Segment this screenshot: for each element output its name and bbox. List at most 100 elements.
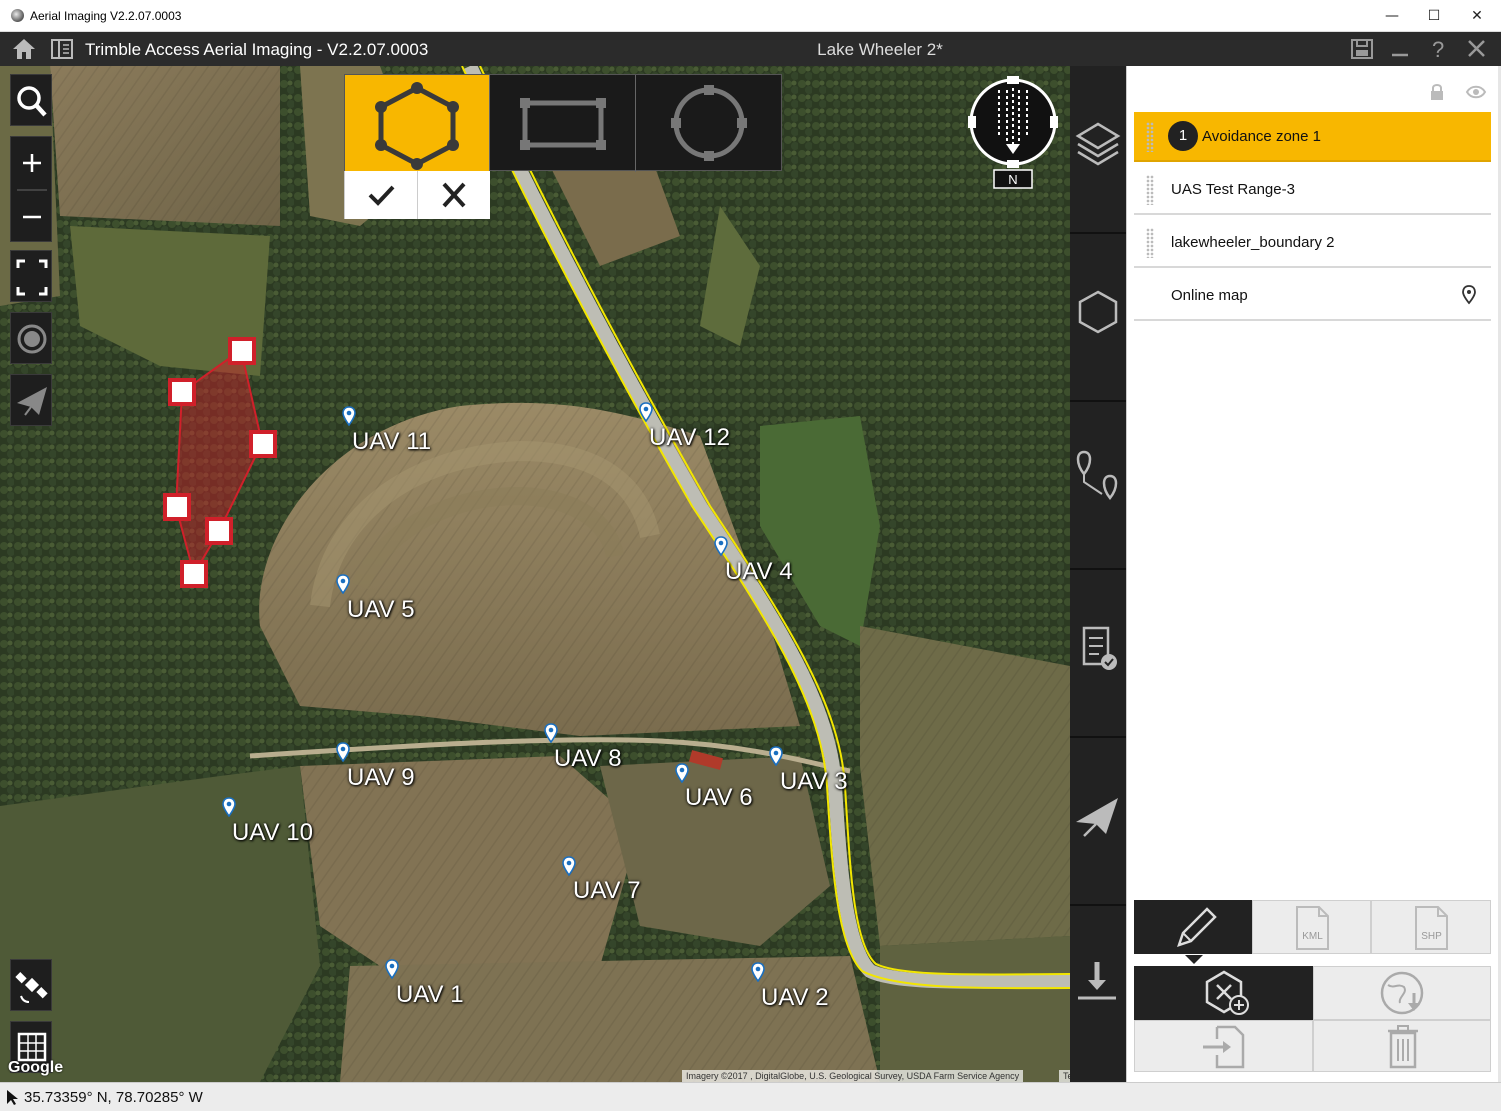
rail-tab-download[interactable]	[1070, 906, 1126, 1082]
map-pin-icon[interactable]	[1462, 285, 1476, 305]
project-name: Lake Wheeler 2*	[817, 40, 943, 59]
uav-pin-icon[interactable]	[769, 746, 783, 766]
drag-handle-icon[interactable]	[1146, 175, 1154, 205]
window-close-button[interactable]: ✕	[1457, 4, 1497, 28]
uav-pin-icon[interactable]	[751, 962, 765, 982]
rail-tab-layers[interactable]	[1070, 66, 1126, 234]
close-icon[interactable]	[1463, 36, 1491, 62]
uav-marker-label: UAV 3	[780, 768, 848, 795]
pencil-icon	[1177, 907, 1217, 947]
rail-tab-zones[interactable]	[1070, 234, 1126, 402]
uav-pin-icon[interactable]	[385, 959, 399, 979]
panel-toolbar: KML SHP	[1134, 900, 1491, 1072]
layer-label: Online map	[1171, 287, 1248, 304]
uav-pin-icon[interactable]	[336, 574, 350, 594]
shape-picker	[344, 74, 782, 172]
download-icon	[1078, 962, 1116, 1000]
uav-marker-label: UAV 2	[761, 984, 829, 1011]
uav-marker-label: UAV 8	[554, 745, 622, 772]
import-button[interactable]	[1134, 1020, 1313, 1072]
cursor-icon	[7, 1090, 18, 1105]
compass-button[interactable]: N	[966, 76, 1060, 192]
lock-icon[interactable]	[1427, 82, 1447, 102]
zoom-control	[10, 136, 52, 242]
drag-handle-icon[interactable]	[1146, 228, 1154, 258]
cursor-coordinates: 35.73359° N, 78.70285° W	[24, 1089, 203, 1106]
window-minimize-button[interactable]: —	[1372, 4, 1412, 28]
search-button[interactable]	[10, 74, 52, 126]
globe-download-icon	[1380, 971, 1424, 1015]
svg-text:?: ?	[1432, 37, 1444, 62]
help-icon[interactable]: ?	[1424, 36, 1452, 62]
delete-button[interactable]	[1313, 1020, 1491, 1072]
checkmark-icon	[368, 185, 395, 206]
online-map-download-button[interactable]	[1313, 966, 1491, 1020]
hexagon-icon	[1078, 290, 1118, 334]
rail-tab-route[interactable]	[1070, 402, 1126, 570]
uav-pin-icon[interactable]	[544, 723, 558, 743]
cross-icon	[442, 182, 466, 208]
uav-marker-label: UAV 7	[573, 877, 641, 904]
polygon-shape-icon	[375, 82, 459, 170]
import-kml-button[interactable]: KML	[1252, 900, 1371, 954]
add-avoidance-zone-icon	[1205, 970, 1249, 1015]
app-logo-icon	[11, 9, 24, 22]
uav-pin-icon[interactable]	[714, 536, 728, 556]
layers-icon	[1075, 122, 1121, 166]
fit-extent-button[interactable]	[10, 250, 52, 302]
map-view[interactable]: N UAV 11 UAV 12 UAV 4 UAV 5 UAV 8 UAV 9 UAV 6 U…	[0, 66, 1070, 1082]
layer-row-avoidance-zone[interactable]: 1 Avoidance zone 1	[1134, 112, 1491, 162]
kml-file-icon	[1296, 906, 1329, 950]
eye-icon[interactable]	[1465, 82, 1487, 102]
uav-marker-label: UAV 4	[725, 558, 793, 585]
layer-row-boundary[interactable]: lakewheeler_boundary 2	[1134, 218, 1491, 268]
uav-marker-label: UAV 11	[352, 428, 432, 455]
layer-index-badge: 1	[1168, 121, 1198, 151]
rectangle-shape-icon	[520, 98, 606, 150]
send-plane-icon	[1076, 798, 1118, 837]
add-avoidance-zone-button[interactable]	[1134, 966, 1313, 1020]
rail-tab-checklist[interactable]	[1070, 570, 1126, 738]
checklist-icon	[1082, 626, 1117, 670]
cancel-shape-button[interactable]	[418, 171, 491, 219]
kml-label: KML	[1302, 931, 1323, 942]
layer-label: UAS Test Range-3	[1171, 181, 1295, 198]
uav-pin-icon[interactable]	[222, 797, 236, 817]
layer-label: Avoidance zone 1	[1202, 128, 1321, 145]
uav-pin-icon[interactable]	[342, 406, 356, 426]
layer-row-test-range[interactable]: UAS Test Range-3	[1134, 165, 1491, 215]
shp-file-icon	[1415, 906, 1448, 950]
send-plane-icon	[17, 387, 47, 416]
search-icon	[17, 86, 47, 117]
uav-marker-label: UAV 10	[232, 819, 313, 846]
polygon-shape-button[interactable]	[345, 75, 490, 172]
uav-pin-icon[interactable]	[336, 742, 350, 762]
aerial-imagery	[0, 66, 1070, 1082]
send-plane-button[interactable]	[10, 374, 52, 426]
terms-of-use-link[interactable]: Terms of Use	[1059, 1070, 1070, 1082]
locate-button[interactable]	[10, 312, 52, 364]
circle-shape-button[interactable]	[637, 75, 782, 172]
uav-marker-label: UAV 5	[347, 596, 415, 623]
layer-row-online-map[interactable]: Online map	[1134, 271, 1491, 321]
window-title: Aerial Imaging V2.2.07.0003	[30, 9, 182, 23]
fit-extent-icon	[16, 259, 48, 296]
edit-button[interactable]	[1134, 900, 1252, 964]
satellite-icon	[15, 972, 48, 1003]
minimize-icon[interactable]	[1386, 36, 1414, 62]
rectangle-shape-button[interactable]	[491, 75, 636, 172]
zoom-in-icon[interactable]	[23, 154, 41, 172]
satellite-button[interactable]	[10, 959, 52, 1011]
rail-tab-flight[interactable]	[1070, 738, 1126, 906]
uav-pin-icon[interactable]	[675, 763, 689, 783]
save-icon[interactable]	[1348, 36, 1376, 62]
drag-handle-icon[interactable]	[1146, 122, 1154, 152]
import-shp-button[interactable]: SHP	[1371, 900, 1491, 954]
uav-pin-icon[interactable]	[562, 856, 576, 876]
window-titlebar: Aerial Imaging V2.2.07.0003 — ☐ ✕	[0, 0, 1501, 32]
uav-pin-icon[interactable]	[639, 402, 653, 422]
window-maximize-button[interactable]: ☐	[1414, 4, 1454, 28]
uav-marker-label: UAV 9	[347, 764, 415, 791]
confirm-shape-button[interactable]	[345, 171, 418, 219]
uav-marker-label: UAV 12	[649, 424, 730, 451]
